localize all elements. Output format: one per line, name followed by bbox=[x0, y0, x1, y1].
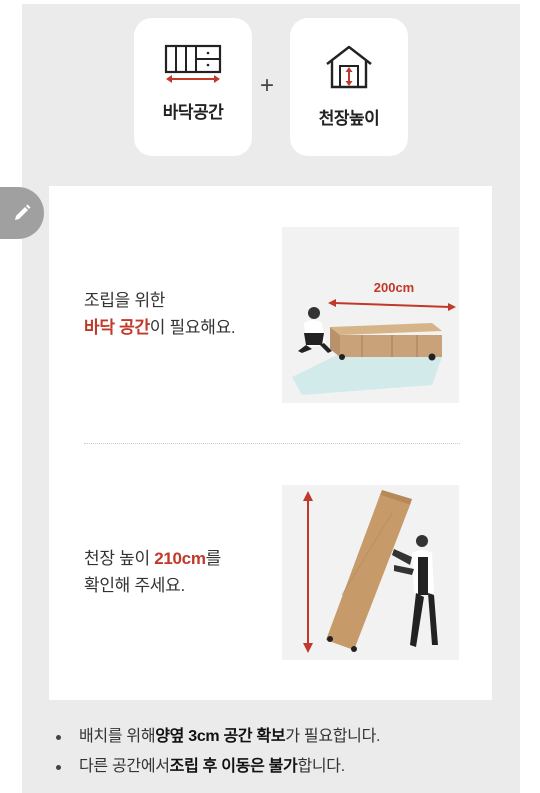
ceiling-line-1: 천장 높이 210cm를 bbox=[84, 545, 221, 572]
ceiling-post: 를 bbox=[205, 549, 222, 568]
floor-space-card: 바닥공간 bbox=[134, 18, 252, 156]
floor-line-1: 조립을 위한 bbox=[84, 291, 166, 310]
floor-highlight: 바닥 공간 bbox=[84, 318, 150, 337]
ceiling-pre: 천장 높이 bbox=[84, 549, 155, 568]
width-measure-label: 200cm bbox=[374, 280, 414, 295]
ceiling-line-2: 확인해 주세요. bbox=[84, 576, 185, 595]
note-2-post: 합니다. bbox=[297, 758, 345, 775]
house-height-icon bbox=[326, 45, 372, 89]
ceiling-height-label: 천장높이 bbox=[318, 109, 380, 128]
bullet-icon bbox=[56, 764, 61, 770]
note-1-pre: 배치를 위해 bbox=[79, 728, 156, 745]
notes-list: 배치를 위해 양옆 3cm 공간 확보 가 필요합니다. 다른 공간에서 조립 후… bbox=[56, 722, 380, 782]
ceiling-highlight: 210cm bbox=[154, 549, 206, 568]
ceiling-height-text: 천장 높이 210cm를 확인해 주세요. bbox=[84, 545, 221, 599]
floor-space-label: 바닥공간 bbox=[162, 103, 224, 122]
note-2-pre: 다른 공간에서 bbox=[79, 758, 170, 775]
bullet-icon bbox=[56, 734, 61, 740]
ceiling-height-card: 천장높이 bbox=[290, 18, 408, 156]
plus-sign: + bbox=[260, 72, 275, 99]
floor-line-2: 바닥 공간이 필요해요. bbox=[84, 314, 236, 341]
note-1-post: 가 필요합니다. bbox=[285, 728, 381, 745]
floor-space-text: 조립을 위한 바닥 공간이 필요해요. bbox=[84, 287, 236, 341]
floor-space-photo: 200cm bbox=[282, 227, 459, 403]
note-2-bold: 조립 후 이동은 불가 bbox=[169, 758, 298, 775]
note-1-bold: 양옆 3cm 공간 확보 bbox=[155, 728, 286, 745]
list-item: 배치를 위해 양옆 3cm 공간 확보 가 필요합니다. bbox=[56, 722, 380, 752]
floor-rest: 이 필요해요. bbox=[149, 318, 236, 337]
pencil-icon bbox=[15, 204, 31, 220]
section-divider bbox=[84, 443, 460, 444]
floor-width-icon bbox=[164, 44, 222, 83]
list-item: 다른 공간에서 조립 후 이동은 불가 합니다. bbox=[56, 752, 380, 782]
ceiling-height-photo bbox=[282, 485, 459, 660]
